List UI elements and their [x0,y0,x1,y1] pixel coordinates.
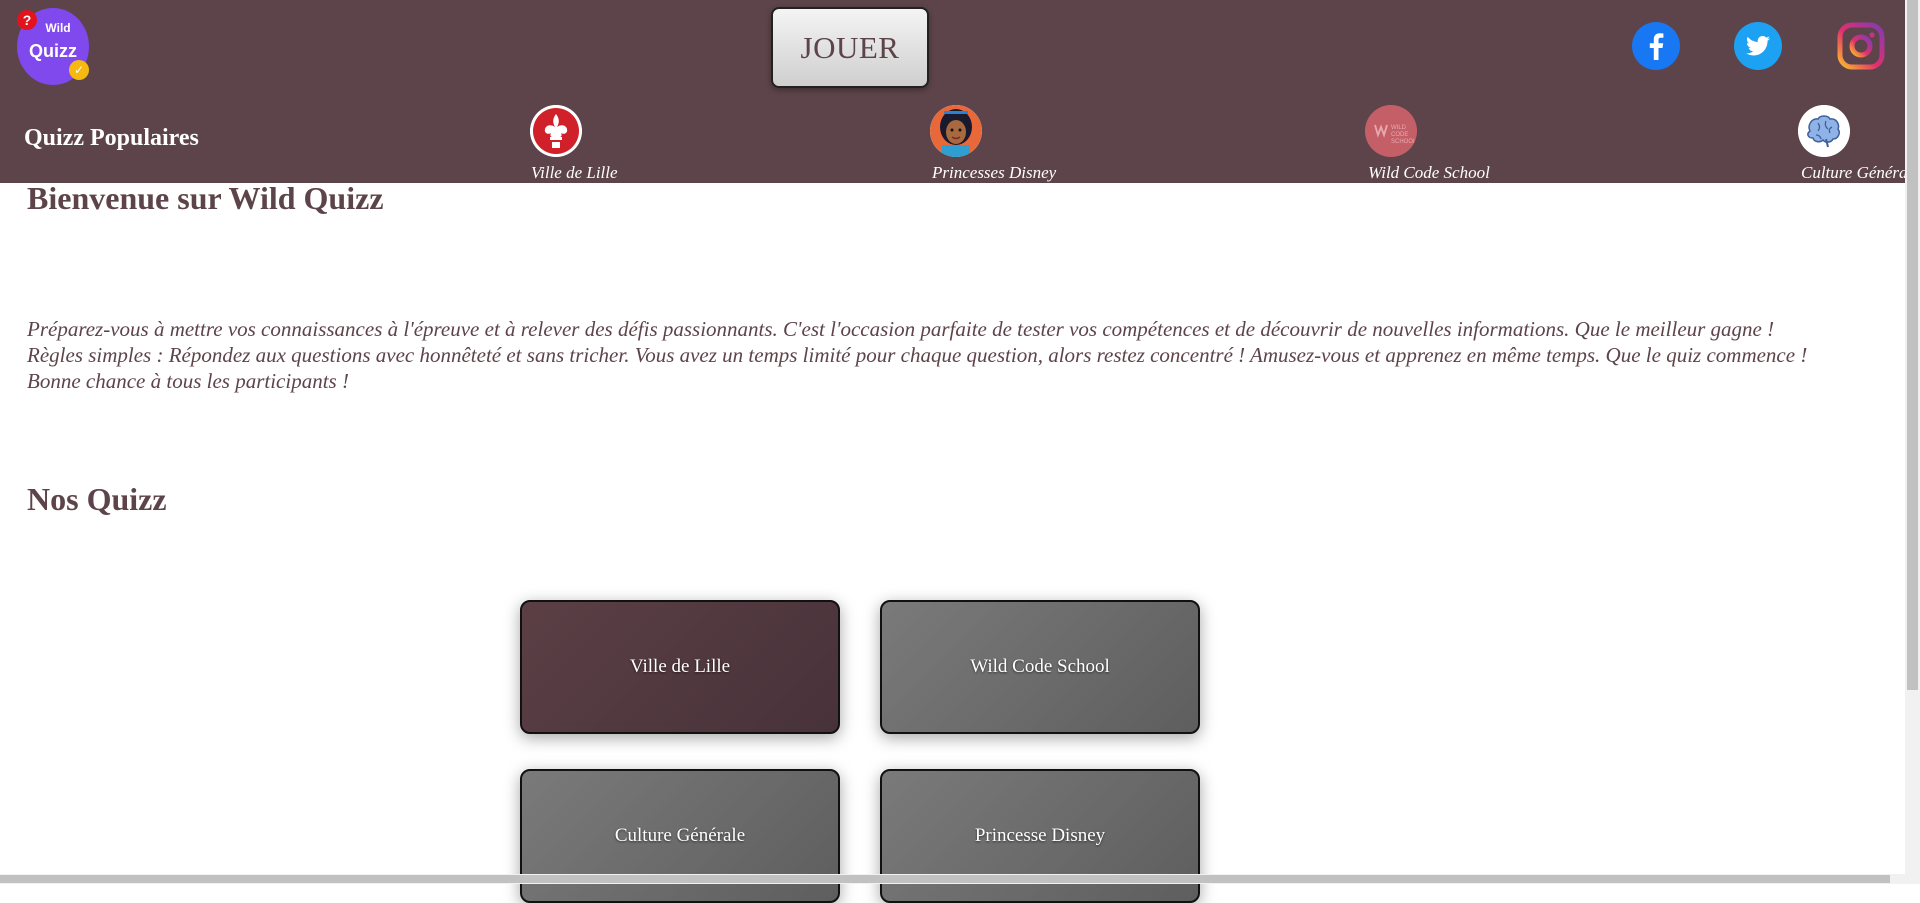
popular-title: Quizz Populaires [24,125,199,151]
popular-item-label: Ville de Lille [531,163,618,182]
instagram-icon[interactable] [1837,22,1885,70]
vertical-scrollbar-thumb[interactable] [1907,0,1918,690]
quiz-card-ville-de-lille[interactable]: Ville de Lille [520,600,840,734]
wild-quizz-logo[interactable]: Wild Quizz ? ✓ [17,8,89,85]
svg-text:WILD: WILD [1391,125,1407,131]
wild-code-school-icon: WILD CODE SCHOOL [1365,105,1417,157]
fleur-de-lis-icon [530,105,582,157]
svg-text:CODE: CODE [1391,132,1408,138]
play-button[interactable]: JOUER [771,7,929,88]
check-icon: ✓ [69,60,89,80]
intro-paragraph: Préparez-vous à mettre vos connaissances… [27,317,1808,393]
logo-text-quizz: Quizz [29,41,77,61]
vertical-scrollbar[interactable] [1905,0,1920,884]
our-quizz-title: Nos Quizz [27,481,167,517]
popular-quizz-bar: Quizz Populaires Ville de Lille Princess… [0,97,1905,183]
popular-item-label: Princesses Disney [932,163,1057,182]
horizontal-scrollbar[interactable] [0,874,1905,884]
popular-item-label: Wild Code School [1368,163,1490,182]
question-mark-icon: ? [17,10,37,30]
princess-avatar-icon [930,105,982,157]
svg-text:SCHOOL: SCHOOL [1391,139,1417,145]
popular-item-label: Culture Générale [1801,163,1905,182]
brain-icon [1798,105,1850,157]
facebook-icon[interactable] [1632,22,1680,70]
horizontal-scrollbar-thumb[interactable] [0,875,1890,883]
top-header: Wild Quizz ? ✓ JOUER [0,0,1905,97]
quiz-card-wild-code-school[interactable]: Wild Code School [880,600,1200,734]
welcome-title: Bienvenue sur Wild Quizz [27,180,384,216]
twitter-icon[interactable] [1734,22,1782,70]
